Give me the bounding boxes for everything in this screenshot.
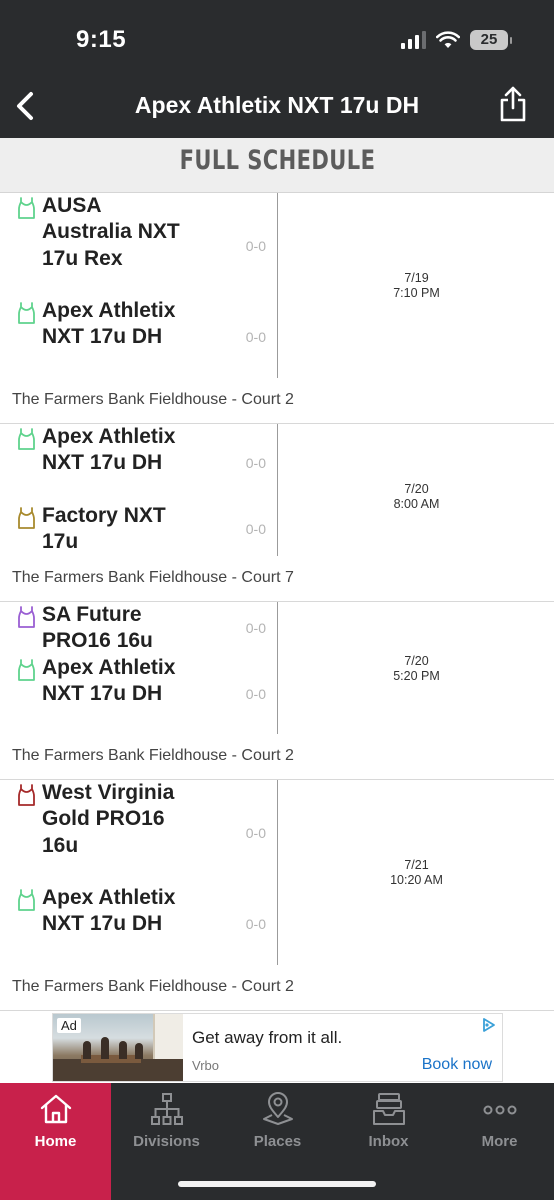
team-score: 0-0 xyxy=(245,521,266,538)
game-time: 7:10 PM xyxy=(393,286,440,300)
team-name: SA Future PRO16 16u xyxy=(42,603,153,653)
jersey-icon xyxy=(18,606,35,628)
share-button[interactable] xyxy=(498,84,528,124)
game-time: 8:00 AM xyxy=(393,497,440,511)
matchup: West Virginia Gold PRO16 16u 0-0 Apex Athl… xyxy=(0,780,278,965)
team-name: West Virginia Gold PRO16 16u xyxy=(42,781,175,857)
game-datetime: 7/20 8:00 AM xyxy=(279,482,554,512)
game-card[interactable]: AUSA Australia NXT 17u Rex 0-0 Apex Athlet… xyxy=(0,193,554,424)
team-row[interactable]: Apex Athletix NXT 17u DH 0-0 xyxy=(0,298,278,379)
team-score: 0-0 xyxy=(245,824,266,841)
team-name: Factory NXT 17u xyxy=(42,504,166,554)
team-name: Apex Athletix NXT 17u DH xyxy=(42,299,176,349)
jersey-icon xyxy=(18,197,35,219)
team-name: AUSA Australia NXT 17u Rex xyxy=(42,194,180,270)
app-header: 9:15 25 Apex Athletix NXT 17u DH xyxy=(0,0,554,138)
team-name: Apex Athletix NXT 17u DH xyxy=(42,425,176,475)
team-row[interactable]: Apex Athletix NXT 17u DH 0-0 xyxy=(0,424,278,505)
matchup: AUSA Australia NXT 17u Rex 0-0 Apex Athlet… xyxy=(0,193,278,378)
ad-brand: Vrbo xyxy=(192,1058,219,1073)
team-score: 0-0 xyxy=(245,916,266,933)
game-date: 7/20 xyxy=(404,482,429,496)
ad-cta-button[interactable]: Book now xyxy=(422,1056,492,1074)
game-time: 5:20 PM xyxy=(393,669,440,683)
status-icons: 25 xyxy=(401,30,512,50)
team-row[interactable]: AUSA Australia NXT 17u Rex 0-0 xyxy=(0,193,278,300)
game-date: 7/20 xyxy=(404,654,429,668)
home-icon xyxy=(40,1094,71,1124)
jersey-icon xyxy=(18,659,35,681)
team-name: Apex Athletix NXT 17u DH xyxy=(42,886,176,936)
jersey-icon xyxy=(18,784,35,806)
jersey-icon xyxy=(18,302,35,324)
battery-icon: 25 xyxy=(470,30,512,50)
inbox-icon xyxy=(372,1093,405,1125)
team-score: 0-0 xyxy=(245,329,266,346)
map-pin-icon xyxy=(262,1092,293,1125)
game-date: 7/19 xyxy=(404,271,429,285)
tab-label: Inbox xyxy=(368,1133,409,1150)
jersey-icon xyxy=(18,889,35,911)
home-indicator[interactable] xyxy=(178,1181,376,1187)
game-card[interactable]: SA Future PRO16 16u 0-0 Apex Athletix NXT … xyxy=(0,602,554,780)
team-row[interactable]: West Virginia Gold PRO16 16u 0-0 xyxy=(0,780,278,887)
game-datetime: 7/21 10:20 AM xyxy=(279,858,554,888)
ad-choices-icon[interactable] xyxy=(480,1016,498,1034)
game-datetime: 7/19 7:10 PM xyxy=(279,271,554,301)
game-card[interactable]: Apex Athletix NXT 17u DH 0-0 Factory NXT 1… xyxy=(0,424,554,602)
venue-label: The Farmers Bank Fieldhouse - Court 2 xyxy=(12,391,294,408)
ad-headline: Get away from it all. xyxy=(192,1028,343,1047)
team-row[interactable]: Apex Athletix NXT 17u DH 0-0 xyxy=(0,655,278,736)
cellular-signal-icon xyxy=(401,31,426,49)
tab-label: Home xyxy=(34,1133,77,1150)
matchup: SA Future PRO16 16u 0-0 Apex Athletix NXT … xyxy=(0,602,278,734)
share-icon xyxy=(500,86,526,122)
team-name: Apex Athletix NXT 17u DH xyxy=(42,656,176,706)
page-title: Apex Athletix NXT 17u DH xyxy=(134,92,420,118)
team-row[interactable]: Factory NXT 17u 0-0 xyxy=(0,503,278,558)
wifi-icon xyxy=(436,31,460,48)
team-row[interactable]: SA Future PRO16 16u 0-0 xyxy=(0,602,278,657)
team-score: 0-0 xyxy=(245,455,266,472)
venue-label: The Farmers Bank Fieldhouse - Court 2 xyxy=(12,747,294,764)
tab-label: Divisions xyxy=(133,1133,200,1150)
more-dots-icon xyxy=(483,1105,516,1115)
bracket-icon xyxy=(150,1093,183,1125)
team-score: 0-0 xyxy=(245,686,266,703)
team-score: 0-0 xyxy=(245,237,266,254)
tab-more[interactable]: More xyxy=(444,1083,554,1200)
section-heading: FULL SCHEDULE xyxy=(0,138,554,193)
game-datetime: 7/20 5:20 PM xyxy=(279,654,554,684)
game-time: 10:20 AM xyxy=(390,873,443,887)
tab-label: Places xyxy=(253,1133,302,1150)
team-score: 0-0 xyxy=(245,620,266,637)
tab-home[interactable]: Home xyxy=(0,1083,111,1200)
section-title: FULL SCHEDULE xyxy=(179,145,375,176)
venue-label: The Farmers Bank Fieldhouse - Court 7 xyxy=(12,569,294,586)
game-card[interactable]: West Virginia Gold PRO16 16u 0-0 Apex Athl… xyxy=(0,780,554,1011)
status-time: 9:15 xyxy=(76,26,127,53)
game-date: 7/21 xyxy=(404,858,429,872)
team-row[interactable]: Apex Athletix NXT 17u DH 0-0 xyxy=(0,885,278,966)
venue-label: The Farmers Bank Fieldhouse - Court 2 xyxy=(12,978,294,995)
ad-banner[interactable]: Ad Get away from it all. Vrbo Book now xyxy=(52,1013,503,1082)
ad-label: Ad xyxy=(57,1018,81,1033)
tab-label: More xyxy=(481,1133,518,1150)
jersey-icon xyxy=(18,507,35,529)
jersey-icon xyxy=(18,428,35,450)
matchup: Apex Athletix NXT 17u DH 0-0 Factory NXT 1… xyxy=(0,424,278,556)
